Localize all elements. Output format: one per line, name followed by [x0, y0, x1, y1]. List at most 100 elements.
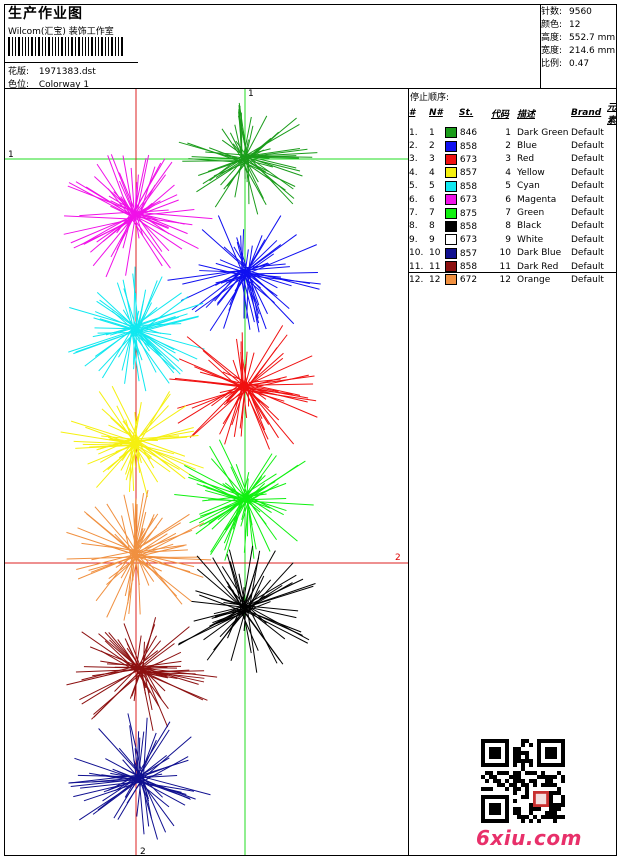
color-swatch [445, 234, 457, 246]
row-element [607, 220, 620, 233]
color-row: 4. 4 857 4 Yellow Default [409, 166, 620, 179]
barcode-divider [4, 62, 138, 63]
row-brand: Default [571, 141, 604, 152]
stat-value: 0.47 [569, 59, 590, 69]
col-element: 元素 [607, 103, 617, 126]
stat-label: 比例: [541, 59, 563, 69]
color-row: 2. 2 858 2 Blue Default [409, 139, 620, 152]
row-brand: Default [571, 221, 604, 232]
row-index: 12. [409, 274, 424, 285]
stitch-count: 846 [459, 128, 478, 139]
row-needle: 1 [429, 127, 435, 138]
barcode [8, 37, 138, 56]
row-needle: 3 [429, 154, 435, 165]
stat-label: 宽度: [541, 46, 563, 56]
design-preview [5, 89, 408, 855]
color-row: 1. 1 846 1 Dark Green Default [409, 126, 620, 139]
row-element [607, 247, 620, 260]
color-row: 12. 12 672 12 Orange Default [409, 273, 620, 286]
color-table: # N# St. 代码 描述 Brand 元素 1. 1 846 1 Dark Gre… [409, 100, 620, 287]
watermark: 6xiu.com [476, 826, 582, 850]
color-swatch [445, 140, 457, 152]
color-swatch [445, 180, 457, 192]
starburst-orange [66, 489, 212, 621]
starburst-green [174, 439, 314, 561]
row-element [607, 260, 620, 273]
starburst-dark-blue [68, 713, 211, 840]
color-swatch [445, 207, 457, 219]
row-brand: Default [571, 127, 604, 138]
row-element [607, 233, 620, 246]
color-row: 10. 10 857 10 Dark Blue Default [409, 247, 620, 260]
row-needle: 2 [429, 141, 435, 152]
row-description: Red [517, 154, 535, 165]
stat-stitches: 针数: 9560 [541, 6, 615, 19]
stitch-count: 858 [459, 181, 478, 192]
row-brand: Default [571, 274, 604, 285]
col-stitches: St. [459, 108, 474, 118]
row-needle: 9 [429, 234, 435, 245]
row-stitches: 673 [445, 193, 491, 206]
row-stitches: 673 [445, 153, 491, 166]
row-code: 3 [505, 154, 511, 165]
row-description: Dark Red [517, 261, 559, 272]
row-code: 7 [505, 208, 511, 219]
color-row: 9. 9 673 9 White Default [409, 233, 620, 246]
row-code: 8 [505, 221, 511, 232]
row-code: 2 [505, 141, 511, 152]
col-code: 代码 [491, 109, 510, 120]
row-needle: 5 [429, 181, 435, 192]
color-swatch [445, 261, 457, 273]
axis-label-green-top: 1 [248, 89, 254, 99]
color-swatch [445, 274, 457, 286]
row-needle: 8 [429, 221, 435, 232]
row-brand: Default [571, 154, 604, 165]
row-stitches: 672 [445, 273, 491, 286]
color-swatch [445, 167, 457, 179]
row-index: 7. [409, 208, 418, 219]
axis-label-green-left: 1 [8, 150, 14, 160]
qr-code [481, 739, 565, 823]
col-needle: N# [429, 108, 443, 118]
color-row: 11. 11 858 11 Dark Red Default [409, 260, 620, 273]
row-element [607, 139, 620, 152]
company-name: Wilcom(汇宝) 装饰工作室 [8, 27, 114, 37]
row-index: 10. [409, 248, 424, 259]
row-brand: Default [571, 261, 604, 272]
color-row: 5. 5 858 5 Cyan Default [409, 180, 620, 193]
row-index: 4. [409, 167, 418, 178]
row-index: 5. [409, 181, 418, 192]
row-index: 2. [409, 141, 418, 152]
row-description: Blue [517, 141, 537, 152]
row-description: Green [517, 208, 545, 219]
col-brand: Brand [571, 108, 602, 118]
starburst-black [177, 545, 316, 673]
row-code: 12 [499, 274, 511, 285]
starburst-dark-red [66, 617, 218, 731]
row-code: 11 [499, 261, 511, 272]
color-row: 3. 3 673 3 Red Default [409, 153, 620, 166]
row-element [607, 193, 620, 206]
row-index: 9. [409, 234, 418, 245]
row-code: 6 [505, 194, 511, 205]
col-index: # [409, 108, 416, 118]
stat-height: 高度: 552.7 mm [541, 32, 615, 45]
row-description: Yellow [517, 167, 545, 178]
row-description: Orange [517, 274, 551, 285]
row-needle: 4 [429, 167, 435, 178]
row-needle: 11 [429, 261, 441, 272]
row-index: 3. [409, 154, 418, 165]
row-code: 10 [499, 248, 511, 259]
row-element [607, 180, 620, 193]
row-needle: 12 [429, 274, 441, 285]
row-description: Cyan [517, 181, 540, 192]
stitch-count: 858 [459, 221, 478, 232]
row-index: 11. [409, 261, 424, 272]
stitch-count: 672 [459, 275, 478, 286]
starburst-red [169, 325, 318, 450]
color-row: 6. 6 673 6 Magenta Default [409, 193, 620, 206]
stat-width: 宽度: 214.6 mm [541, 45, 615, 58]
row-needle: 6 [429, 194, 435, 205]
row-description: Magenta [517, 194, 557, 205]
row-element [607, 273, 620, 286]
